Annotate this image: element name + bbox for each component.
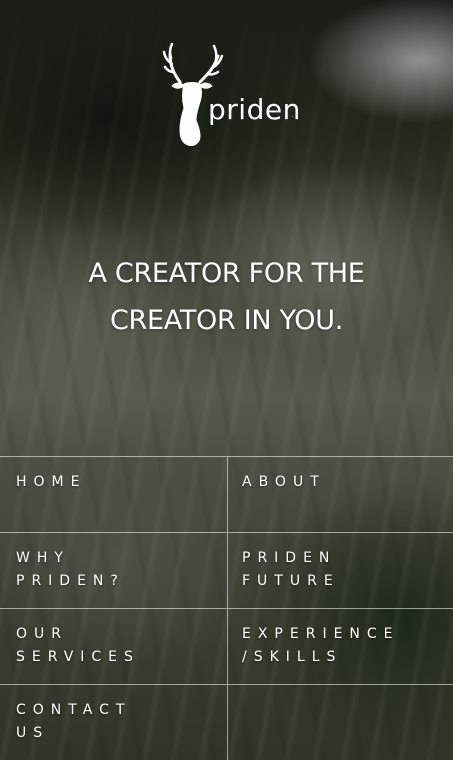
page: priden . A CREATOR FOR THE CREATOR IN YO… xyxy=(0,0,453,760)
nav-item-priden-future-label-line2: FUTURE xyxy=(242,573,340,589)
nav-row-3: OUR SERVICES EXPERIENCE /SKILLS xyxy=(0,609,453,685)
nav-row-4: CONTACT US xyxy=(0,685,453,760)
nav-item-experience-skills[interactable]: EXPERIENCE /SKILLS xyxy=(227,609,453,684)
hero-headline-line1: A CREATOR FOR THE xyxy=(88,258,365,289)
nav-item-our-services[interactable]: OUR SERVICES xyxy=(0,609,227,684)
nav-item-contact-us-label-line2: US xyxy=(16,725,50,741)
nav-item-home[interactable]: HOME xyxy=(0,457,227,532)
nav-item-priden-future[interactable]: PRIDEN FUTURE xyxy=(227,533,453,608)
nav-item-why-priden[interactable]: WHY PRIDEN? xyxy=(0,533,227,608)
hero-headline-line2: CREATOR IN YOU. xyxy=(110,305,343,336)
main-navigation-grid: HOME ABOUT WHY PRIDEN? PRIDEN FUTURE OUR… xyxy=(0,456,453,760)
nav-item-experience-skills-label-line1: EXPERIENCE xyxy=(242,626,400,642)
nav-item-our-services-label-line1: OUR xyxy=(16,626,68,642)
nav-empty-cell xyxy=(227,685,453,760)
logo-trademark: . xyxy=(292,113,294,119)
hero-headline: A CREATOR FOR THE CREATOR IN YOU. xyxy=(0,250,453,344)
nav-item-why-priden-label-line2: PRIDEN? xyxy=(16,573,125,589)
nav-item-about[interactable]: ABOUT xyxy=(227,457,453,532)
logo-wordmark: priden xyxy=(208,93,301,126)
nav-item-our-services-label-line2: SERVICES xyxy=(16,649,140,665)
nav-item-contact-us-label-line1: CONTACT xyxy=(16,702,132,718)
nav-item-why-priden-label-line1: WHY xyxy=(16,550,70,566)
nav-row-1: HOME ABOUT xyxy=(0,457,453,533)
nav-row-2: WHY PRIDEN? PRIDEN FUTURE xyxy=(0,533,453,609)
nav-item-priden-future-label-line1: PRIDEN xyxy=(242,550,337,566)
nav-item-contact-us[interactable]: CONTACT US xyxy=(0,685,227,760)
nav-item-home-label: HOME xyxy=(16,474,87,490)
priden-logo[interactable]: priden . xyxy=(160,42,300,148)
nav-item-experience-skills-label-line2: /SKILLS xyxy=(242,649,343,665)
nav-item-about-label: ABOUT xyxy=(242,474,326,490)
